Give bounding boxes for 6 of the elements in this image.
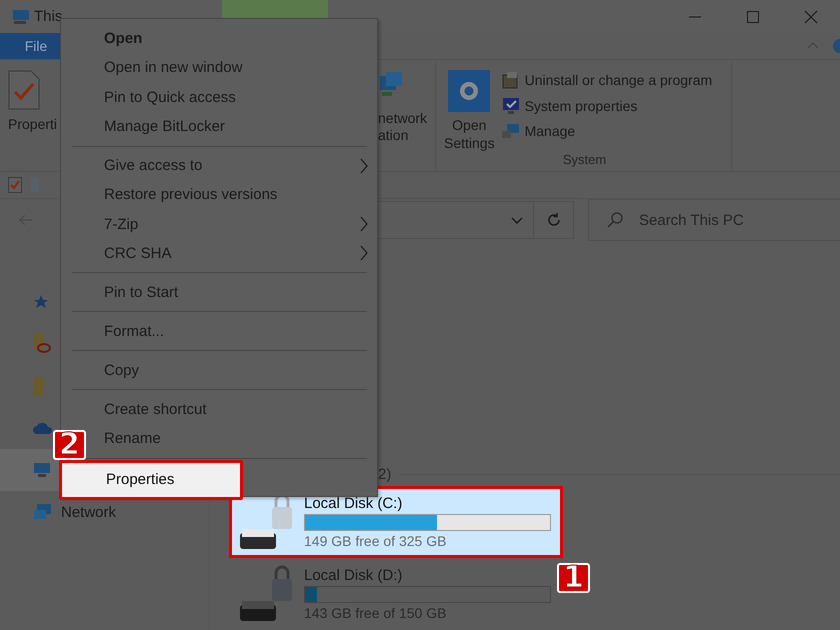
window-title: This [34,8,62,25]
step-number-badge: 1 [557,563,590,593]
drive-name: Local Disk (D:) [304,567,404,584]
drive-name: Local Disk (C:) [304,495,404,512]
drive-space: 149 GB free of 325 GB [304,533,448,549]
step-number-badge: 2 [53,430,86,460]
